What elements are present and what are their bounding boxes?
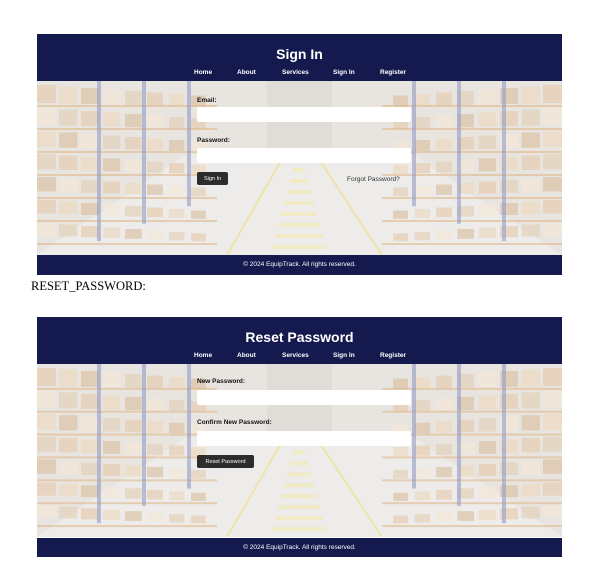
page-title: Sign In <box>276 46 323 62</box>
nav-register[interactable]: Register <box>380 352 406 359</box>
new-password-input[interactable] <box>197 390 411 405</box>
reset-password-button[interactable]: Reset Password <box>197 455 254 468</box>
header: Reset Password Home About Services Sign … <box>37 317 562 364</box>
footer: © 2024 EquipTrack. All rights reserved. <box>37 255 562 275</box>
nav-signin[interactable]: Sign In <box>333 352 355 359</box>
signin-button[interactable]: Sign In <box>197 172 228 185</box>
email-label: Email: <box>197 97 217 104</box>
new-password-label: New Password: <box>197 378 246 385</box>
nav-home[interactable]: Home <box>194 69 212 76</box>
nav-home[interactable]: Home <box>194 352 212 359</box>
forgot-password-link[interactable]: Forgot Password? <box>347 176 400 183</box>
nav-bar: Home About Services Sign In Register <box>37 352 562 362</box>
nav-services[interactable]: Services <box>282 69 309 76</box>
nav-about[interactable]: About <box>237 69 256 76</box>
reset-password-screen: Reset Password Home About Services Sign … <box>37 317 562 557</box>
nav-bar: Home About Services Sign In Register <box>37 69 562 79</box>
page-title: Reset Password <box>245 329 354 345</box>
nav-register[interactable]: Register <box>380 69 406 76</box>
nav-services[interactable]: Services <box>282 352 309 359</box>
nav-about[interactable]: About <box>237 352 256 359</box>
password-label: Password: <box>197 137 230 144</box>
confirm-password-input[interactable] <box>197 431 411 446</box>
password-input[interactable] <box>197 148 411 163</box>
email-input[interactable] <box>197 107 411 122</box>
confirm-password-label: Confirm New Password: <box>197 419 272 426</box>
nav-signin[interactable]: Sign In <box>333 69 355 76</box>
footer: © 2024 EquipTrack. All rights reserved. <box>37 538 562 557</box>
header: Sign In Home About Services Sign In Regi… <box>37 34 562 81</box>
signin-screen: Sign In Home About Services Sign In Regi… <box>37 34 562 275</box>
section-caption: RESET_PASSWORD: <box>31 279 146 293</box>
